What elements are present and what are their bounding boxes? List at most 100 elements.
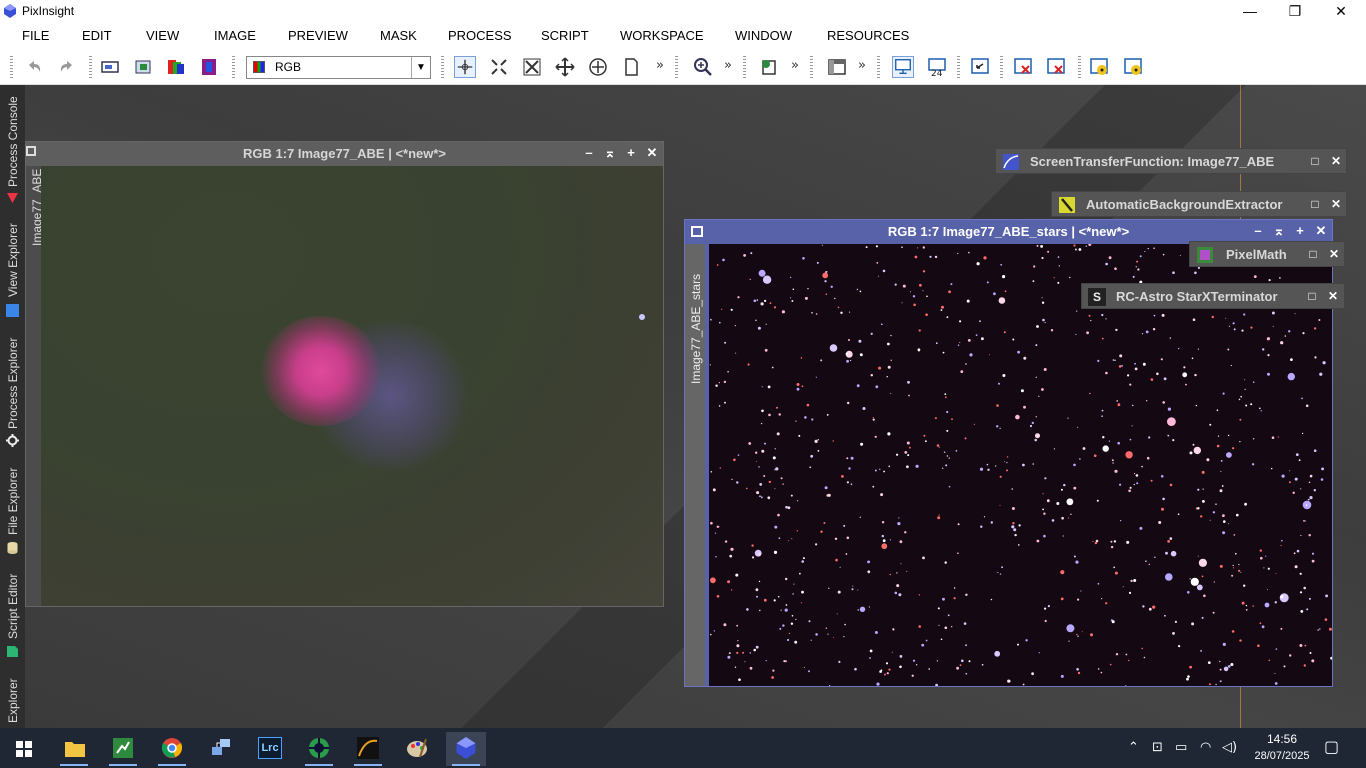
image-info-icon[interactable] [99, 56, 121, 78]
camera-icon[interactable]: ⊡ [1152, 740, 1163, 755]
channel-select[interactable]: RGB ▼ [246, 56, 431, 79]
star [1161, 313, 1165, 317]
menu-workspace[interactable]: WORKSPACE [620, 28, 704, 43]
menu-script[interactable]: SCRIPT [541, 28, 589, 43]
notification-icon[interactable]: ▢ [1324, 737, 1339, 756]
close-icon[interactable]: ✕ [1327, 247, 1341, 261]
close-button[interactable]: ✕ [1318, 0, 1364, 22]
close-icon[interactable]: ✕ [1329, 197, 1343, 211]
maximize-button[interactable]: ❐ [1272, 0, 1318, 22]
menu-file[interactable]: FILE [22, 28, 49, 43]
mask-icon[interactable] [826, 56, 848, 78]
star [1089, 392, 1091, 395]
windows-start-icon[interactable] [4, 732, 44, 766]
channel-toggle-icon[interactable] [198, 56, 220, 78]
tab-script-editor[interactable]: Script Editor [0, 563, 25, 663]
undo-icon[interactable] [23, 56, 45, 78]
minimize-icon[interactable]: – [582, 146, 596, 160]
restore-icon[interactable]: □ [1308, 197, 1322, 211]
close-icon[interactable]: ✕ [1329, 154, 1343, 168]
menu-process[interactable]: PROCESS [448, 28, 512, 43]
process-icon-abe[interactable]: AutomaticBackgroundExtractor □ ✕ [1051, 191, 1347, 217]
star [1178, 645, 1181, 648]
menu-image[interactable]: IMAGE [214, 28, 256, 43]
close-icon[interactable]: ✕ [1326, 289, 1340, 303]
window-menu-icon[interactable] [691, 226, 703, 237]
restore-icon[interactable]: □ [1306, 247, 1320, 261]
new-image-icon[interactable] [132, 56, 154, 78]
readout-mode-icon[interactable] [454, 56, 476, 78]
clock-date[interactable]: 28/07/2025 [1248, 750, 1316, 762]
clock-time[interactable]: 14:56 [1260, 732, 1304, 746]
toolbar-overflow-icon[interactable]: » [791, 58, 799, 73]
taskbar-network-app[interactable] [201, 732, 241, 766]
tab-explorer[interactable]: Explorer [0, 667, 25, 727]
restore-icon[interactable]: □ [1308, 154, 1322, 168]
process-icon-screentransferfunction[interactable]: ScreenTransferFunction: Image77_ABE □ ✕ [995, 148, 1347, 174]
menu-preview[interactable]: PREVIEW [288, 28, 348, 43]
taskbar-curves-app[interactable] [348, 732, 388, 766]
tab-process-console[interactable]: Process Console [0, 87, 25, 207]
toolbar-overflow-icon[interactable]: » [858, 58, 866, 73]
zoom-to-fit-icon[interactable] [488, 56, 510, 78]
menu-edit[interactable]: EDIT [82, 28, 112, 43]
shade-icon[interactable]: ⌅ [1272, 224, 1286, 238]
volume-icon[interactable]: ◁) [1222, 740, 1237, 755]
close-all-icon[interactable] [1045, 56, 1067, 78]
chevron-up-icon[interactable]: ⌃ [1128, 740, 1139, 755]
star [1301, 432, 1304, 435]
image-window-image77-abe[interactable]: RGB 1:7 Image77_ABE | <*new*> – ⌅ + ✕ Im… [25, 141, 664, 607]
tab-view-explorer[interactable]: View Explorer [0, 211, 25, 321]
tab-process-explorer[interactable]: Process Explorer [0, 325, 25, 455]
star [1085, 245, 1087, 247]
pan-mode-icon[interactable] [554, 56, 576, 78]
taskbar-chrome[interactable] [152, 732, 192, 766]
menu-mask[interactable]: MASK [380, 28, 417, 43]
screen-stf-icon[interactable] [892, 56, 914, 78]
close-icon[interactable]: ✕ [1314, 224, 1328, 238]
taskbar-lightroom[interactable]: Lrc [250, 732, 290, 766]
minimize-icon[interactable]: – [1251, 224, 1265, 238]
24bit-stf-icon[interactable]: 24 [926, 56, 948, 78]
link-view-icon[interactable] [969, 56, 991, 78]
radiation-view-icon[interactable] [1088, 56, 1110, 78]
process-icon-pixelmath[interactable]: PixelMath □ ✕ [1189, 241, 1345, 267]
battery-icon[interactable]: ▭ [1175, 740, 1187, 755]
zoom-in-icon[interactable] [692, 56, 714, 78]
shade-icon[interactable]: ⌅ [603, 146, 617, 160]
rgb-channels-icon[interactable] [165, 56, 187, 78]
menu-window[interactable]: WINDOW [735, 28, 792, 43]
wifi-icon[interactable]: ◠ [1200, 740, 1211, 755]
taskbar-paint-app[interactable] [397, 732, 437, 766]
taskbar-green-app[interactable] [299, 732, 339, 766]
restore-icon[interactable]: □ [1305, 289, 1319, 303]
maximize-icon[interactable]: + [1293, 224, 1307, 238]
move-icon[interactable] [587, 56, 609, 78]
tab-file-explorer[interactable]: File Explorer [0, 459, 25, 559]
radiation-all-icon[interactable] [1122, 56, 1144, 78]
new-preview-icon[interactable] [758, 56, 780, 78]
minimize-button[interactable]: — [1227, 0, 1273, 22]
close-view-icon[interactable] [1012, 56, 1034, 78]
process-icon-starxterminator[interactable]: S RC-Astro StarXTerminator □ ✕ [1081, 283, 1345, 309]
chevron-down-icon[interactable]: ▼ [411, 57, 430, 78]
star [940, 638, 943, 641]
taskbar-pixinsight[interactable] [446, 732, 486, 766]
toolbar-overflow-icon[interactable]: » [724, 58, 732, 73]
view-id-tab[interactable]: Image77_ABE_stars [689, 274, 703, 384]
page-icon[interactable] [620, 56, 642, 78]
close-icon[interactable]: ✕ [645, 146, 659, 160]
redo-icon[interactable] [56, 56, 78, 78]
image-window-title[interactable]: RGB 1:7 Image77_ABE | <*new*> [26, 142, 663, 166]
menu-resources[interactable]: RESOURCES [827, 28, 909, 43]
menu-view[interactable]: VIEW [146, 28, 179, 43]
taskbar-file-explorer[interactable] [54, 732, 94, 766]
maximize-icon[interactable]: + [624, 146, 638, 160]
star [922, 290, 924, 292]
window-menu-icon[interactable] [26, 146, 36, 156]
image-canvas-starfield[interactable] [709, 244, 1332, 686]
taskbar-spreadsheet[interactable] [103, 732, 143, 766]
fit-view-icon[interactable] [521, 56, 543, 78]
image-canvas-nebula[interactable] [41, 166, 663, 606]
toolbar-overflow-icon[interactable]: » [656, 58, 664, 73]
